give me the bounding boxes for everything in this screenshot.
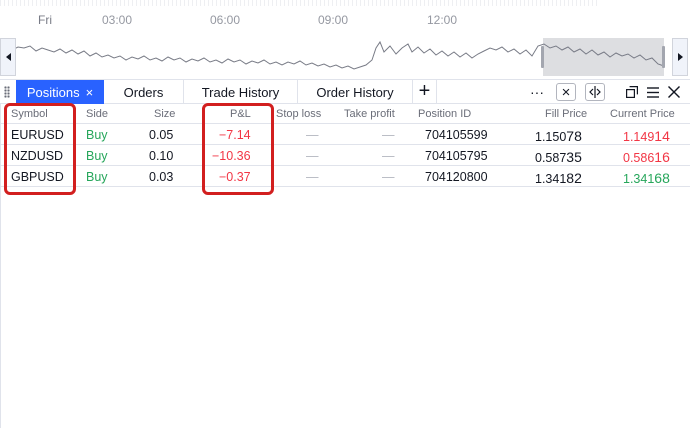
close-all-button[interactable]: ×: [556, 83, 576, 101]
position-id-cell: 704105795: [425, 149, 488, 163]
position-id-cell: 704105599: [425, 128, 488, 142]
take-profit-cell[interactable]: —: [382, 128, 395, 142]
stop-loss-cell[interactable]: —: [306, 149, 319, 163]
pnl-cell: −0.37: [219, 170, 251, 184]
stop-loss-cell[interactable]: —: [306, 128, 319, 142]
tab-label: Order History: [316, 84, 394, 100]
price-main: 0.586: [623, 151, 655, 165]
time-navigator[interactable]: [0, 38, 690, 76]
current-price-cell: 0.58616: [623, 149, 670, 165]
column-header-take-profit[interactable]: Take profit: [344, 108, 395, 120]
drag-handle-icon[interactable]: [4, 86, 10, 98]
column-header-current-price[interactable]: Current Price: [610, 108, 675, 120]
price-main: 1.341: [623, 172, 655, 186]
side-cell: Buy: [86, 128, 108, 142]
tab-label: Trade History: [201, 84, 280, 100]
price-pips: 78: [566, 128, 582, 144]
price-pips: 35: [566, 149, 582, 165]
position-id-cell: 704120800: [425, 170, 488, 184]
popout-icon[interactable]: [624, 83, 640, 101]
table-row[interactable]: EURUSD Buy 0.05 −7.14 — — 704105599 1.15…: [0, 124, 690, 145]
symbol-cell: EURUSD: [11, 128, 64, 142]
price-main: 0.587: [535, 151, 567, 165]
column-header-position-id[interactable]: Position ID: [418, 108, 471, 120]
scroll-left-button[interactable]: [0, 38, 16, 76]
pnl-cell: −10.36: [212, 149, 251, 163]
size-cell: 0.05: [149, 128, 174, 142]
current-price-cell: 1.14914: [623, 128, 670, 144]
table-row[interactable]: GBPUSD Buy 0.03 −0.37 — — 704120800 1.34…: [0, 166, 690, 187]
column-header-side[interactable]: Side: [86, 108, 108, 120]
price-main: 1.149: [623, 130, 655, 144]
time-label: 06:00: [210, 13, 241, 27]
current-price-cell: 1.34168: [623, 170, 670, 186]
size-cell: 0.03: [149, 170, 174, 184]
column-header-symbol[interactable]: Symbol: [11, 108, 48, 120]
tab-close-icon[interactable]: ×: [86, 85, 94, 100]
fill-price-cell: 0.58735: [535, 149, 582, 165]
time-label: 09:00: [318, 13, 349, 27]
column-header-pnl[interactable]: P&L: [230, 108, 251, 120]
symbol-cell: GBPUSD: [11, 170, 64, 184]
account-manager-tabbar: Positions × Orders Trade History Order H…: [0, 79, 690, 104]
price-pips: 16: [654, 149, 670, 165]
price-pips: 14: [654, 128, 670, 144]
more-options-button[interactable]: ···: [528, 83, 546, 101]
tab-positions[interactable]: Positions ×: [16, 80, 104, 104]
table-row[interactable]: NZDUSD Buy 0.10 −10.36 — — 704105795 0.5…: [0, 145, 690, 166]
stop-loss-cell[interactable]: —: [306, 170, 319, 184]
navigator-visible-range[interactable]: [543, 38, 664, 76]
column-header-stop-loss[interactable]: Stop loss: [276, 108, 321, 120]
arrow-left-icon: [5, 53, 11, 61]
tab-trade-history[interactable]: Trade History: [184, 80, 298, 104]
price-pips: 68: [654, 170, 670, 186]
time-label: 12:00: [427, 13, 458, 27]
symbol-cell: NZDUSD: [11, 149, 64, 163]
price-main: 1.341: [535, 172, 567, 186]
size-cell: 0.10: [149, 149, 174, 163]
side-cell: Buy: [86, 170, 108, 184]
column-header-size[interactable]: Size: [154, 108, 175, 120]
navigator-right-handle[interactable]: [662, 46, 665, 68]
price-main: 1.150: [535, 130, 567, 144]
scroll-right-button[interactable]: [672, 38, 688, 76]
positions-table-header: Symbol Side Size P&L Stop loss Take prof…: [0, 104, 690, 124]
tab-order-history[interactable]: Order History: [298, 80, 413, 104]
tab-label: Positions: [26, 84, 80, 100]
navigator-left-handle[interactable]: [541, 46, 544, 68]
time-axis: Fri 03:00 06:00 09:00 12:00: [0, 6, 690, 32]
fill-price-cell: 1.15078: [535, 128, 582, 144]
time-label-day: Fri: [38, 13, 52, 27]
split-view-icon[interactable]: [585, 83, 605, 101]
close-icon[interactable]: [665, 83, 683, 101]
take-profit-cell[interactable]: —: [382, 149, 395, 163]
take-profit-cell[interactable]: —: [382, 170, 395, 184]
side-cell: Buy: [86, 149, 108, 163]
price-pips: 82: [566, 170, 582, 186]
time-label: 03:00: [102, 13, 133, 27]
pnl-cell: −7.14: [219, 128, 251, 142]
fill-price-cell: 1.34182: [535, 170, 582, 186]
add-tab-button[interactable]: +: [413, 80, 437, 104]
arrow-right-icon: [677, 53, 683, 61]
tab-orders[interactable]: Orders: [104, 80, 184, 104]
column-header-fill-price[interactable]: Fill Price: [545, 108, 587, 120]
hamburger-menu-icon[interactable]: [645, 83, 661, 101]
tab-label: Orders: [123, 84, 164, 100]
